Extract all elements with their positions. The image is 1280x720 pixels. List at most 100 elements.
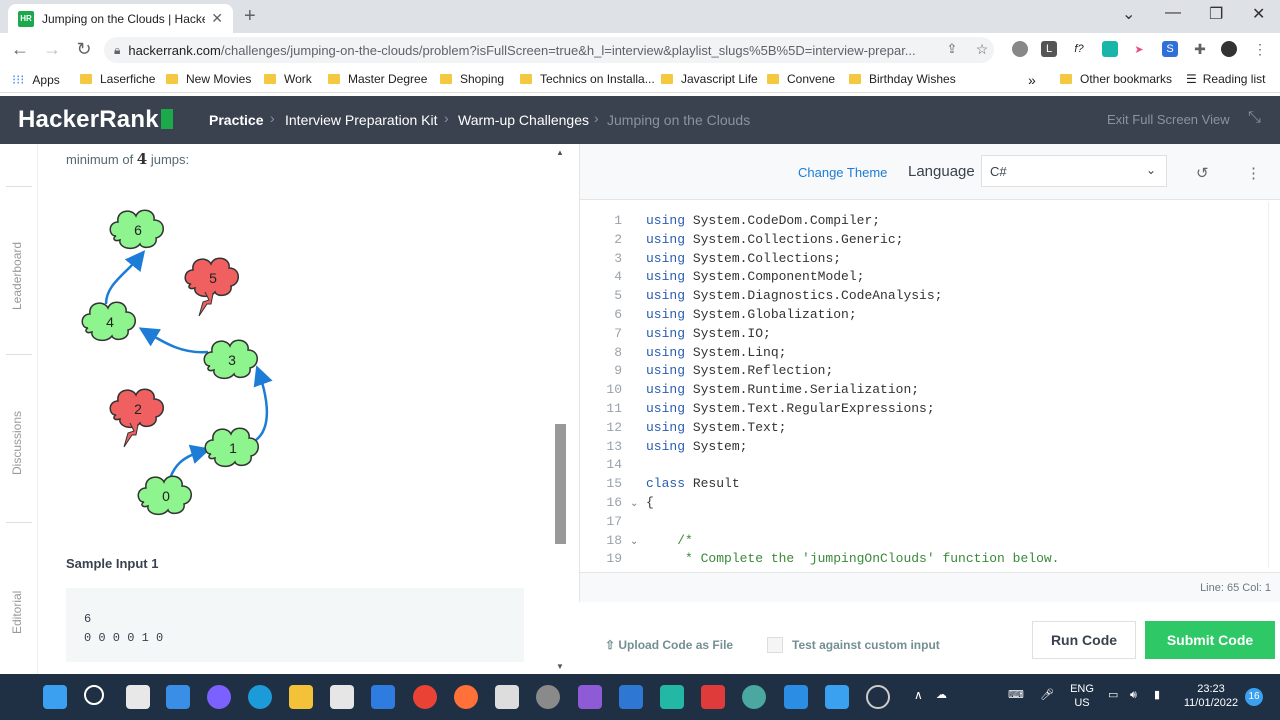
history-icon[interactable]: ↺ (1196, 164, 1209, 182)
breadcrumb-interview-kit[interactable]: Interview Preparation Kit (285, 112, 438, 128)
reload-icon[interactable]: ↻ (72, 39, 96, 60)
tray-overflow-icon[interactable]: ∧ (914, 688, 923, 702)
network-icon[interactable]: ▭ (1108, 688, 1118, 702)
extension-teal-icon[interactable] (1102, 41, 1118, 57)
close-window-icon[interactable]: ✕ (1252, 4, 1265, 24)
language-indicator[interactable]: ENG US (1068, 682, 1096, 710)
scroll-down-icon[interactable]: ▼ (556, 662, 564, 671)
rail-leaderboard[interactable]: Leaderboard (10, 242, 24, 310)
task-view-icon[interactable] (126, 685, 150, 709)
minimize-icon[interactable]: — (1165, 4, 1181, 22)
language-label: Language (908, 163, 975, 180)
change-theme-link[interactable]: Change Theme (798, 165, 887, 180)
clock[interactable]: 23:23 11/01/2022 (1180, 682, 1242, 710)
breadcrumb-warmup[interactable]: Warm-up Challenges (458, 112, 589, 128)
reading-list[interactable]: ☰ Reading list (1186, 72, 1265, 86)
browser-menu-icon[interactable]: ⋮ (1252, 41, 1268, 57)
bookmark-folder[interactable]: Birthday Wishes (849, 72, 956, 86)
keyboard-icon[interactable]: ⌨ (1008, 688, 1024, 702)
forward-icon[interactable]: → (40, 39, 64, 60)
extension-arrow-icon[interactable]: ➤ (1131, 41, 1147, 57)
bookmark-apps[interactable]: ⁝⁝⁝ Apps (12, 72, 60, 88)
share-icon[interactable]: ⇪ (944, 41, 960, 57)
rail-editorial[interactable]: Editorial (10, 591, 24, 634)
exit-fullscreen-link[interactable]: Exit Full Screen View (1107, 112, 1230, 127)
extension-formula-icon[interactable]: f? (1071, 41, 1087, 57)
app-red-icon[interactable] (701, 685, 725, 709)
mail-icon[interactable] (371, 685, 395, 709)
scroll-thumb[interactable] (555, 424, 566, 544)
extensions-puzzle-icon[interactable]: ✚ (1192, 41, 1208, 57)
bookmarks-overflow-icon[interactable]: » (1028, 72, 1036, 88)
notification-badge[interactable]: 16 (1245, 688, 1263, 706)
bookmark-folder[interactable]: Convene (767, 72, 835, 86)
file-explorer-icon[interactable] (289, 685, 313, 709)
custom-input-checkbox[interactable] (767, 637, 783, 653)
line-number: 2 (614, 231, 622, 247)
problem-scrollbar[interactable]: ▲ ▼ (552, 144, 568, 674)
url-field[interactable]: 🔒︎ hackerrank.com/challenges/jumping-on-… (104, 37, 994, 63)
rail-discussions[interactable]: Discussions (10, 411, 24, 475)
chat-icon[interactable] (207, 685, 231, 709)
bookmark-folder[interactable]: Javascript Life (661, 72, 758, 86)
submit-code-button[interactable]: Submit Code (1145, 621, 1275, 659)
new-tab-icon[interactable]: + (244, 5, 256, 28)
extension-l-icon[interactable]: L (1041, 41, 1057, 57)
restore-icon[interactable]: ❐ (1209, 4, 1223, 24)
bookmark-folder[interactable]: Technics on Installa... (520, 72, 655, 86)
breadcrumb-practice[interactable]: Practice (209, 112, 263, 128)
store-icon[interactable] (330, 685, 354, 709)
settings-gear-icon[interactable] (536, 685, 560, 709)
extension-s-icon[interactable]: S (1162, 41, 1178, 57)
battery-icon[interactable]: ▮ (1154, 688, 1160, 702)
browser-tab[interactable]: HR Jumping on the Clouds | HackerR ✕ (8, 4, 233, 33)
language-select[interactable]: C# ⌄ (981, 155, 1167, 187)
bookmark-folder[interactable]: Shoping (440, 72, 504, 86)
code-area[interactable]: 1 using System.CodeDom.Compiler; 2 using Sy… (580, 202, 1270, 568)
bookmark-folder[interactable]: Laserfiche (80, 72, 155, 86)
visual-studio-icon[interactable] (578, 685, 602, 709)
editor-scrollbar[interactable] (1268, 202, 1280, 568)
fold-chevron-icon[interactable]: ⌄ (630, 534, 638, 553)
extension-circle-icon[interactable] (1012, 41, 1028, 57)
app-teal-icon[interactable] (660, 685, 684, 709)
vscode-icon[interactable] (784, 685, 808, 709)
code-line: using System.ComponentModel; (646, 269, 865, 285)
close-tab-icon[interactable]: ✕ (211, 10, 223, 27)
collapse-icon[interactable]: ⤡ (1248, 109, 1261, 127)
custom-input-label[interactable]: Test against custom input (792, 638, 940, 652)
profile-avatar[interactable] (1221, 41, 1237, 57)
run-code-button[interactable]: Run Code (1032, 621, 1136, 659)
fold-chevron-icon[interactable]: ⌄ (630, 496, 638, 515)
chrome-icon[interactable] (413, 685, 437, 709)
onedrive-icon[interactable]: ☁ (936, 688, 947, 702)
bookmark-star-icon[interactable]: ☆ (974, 41, 990, 57)
scroll-up-icon[interactable]: ▲ (556, 148, 564, 157)
back-icon[interactable]: ← (8, 39, 32, 60)
edge-icon[interactable] (248, 685, 272, 709)
hackerrank-logo[interactable]: HackerRank (18, 106, 173, 134)
outlook-icon[interactable] (619, 685, 643, 709)
search-icon[interactable] (84, 685, 104, 705)
volume-icon[interactable]: 🔊︎ (1130, 688, 1137, 702)
photos-icon[interactable] (825, 685, 849, 709)
windows-start-icon[interactable] (43, 685, 67, 709)
other-bookmarks[interactable]: Other bookmarks (1060, 72, 1172, 86)
editor-actions: ⇧ Upload Code as File Test against custo… (579, 602, 1280, 674)
firefox-icon[interactable] (454, 685, 478, 709)
obs-icon[interactable] (866, 685, 890, 709)
windows-taskbar: ∧ ☁ ⌨ 🎤︎ ENG US ▭ 🔊︎ ▮ 23:23 11/01/2022 16 (0, 674, 1280, 720)
notepad-icon[interactable] (495, 685, 519, 709)
line-number: 9 (614, 363, 622, 379)
cloud: 0 (137, 475, 193, 516)
widgets-icon[interactable] (166, 685, 190, 709)
tab-search-icon[interactable]: ⌄ (1122, 4, 1135, 24)
upload-code-link[interactable]: ⇧ Upload Code as File (605, 638, 733, 652)
microphone-icon[interactable]: 🎤︎ (1040, 688, 1054, 702)
jump-arrow (104, 250, 146, 305)
bookmark-folder[interactable]: Master Degree (328, 72, 427, 86)
more-options-icon[interactable]: ⋮ (1246, 164, 1261, 182)
app-globe-icon[interactable] (742, 685, 766, 709)
bookmark-folder[interactable]: Work (264, 72, 312, 86)
bookmark-folder[interactable]: New Movies (166, 72, 251, 86)
